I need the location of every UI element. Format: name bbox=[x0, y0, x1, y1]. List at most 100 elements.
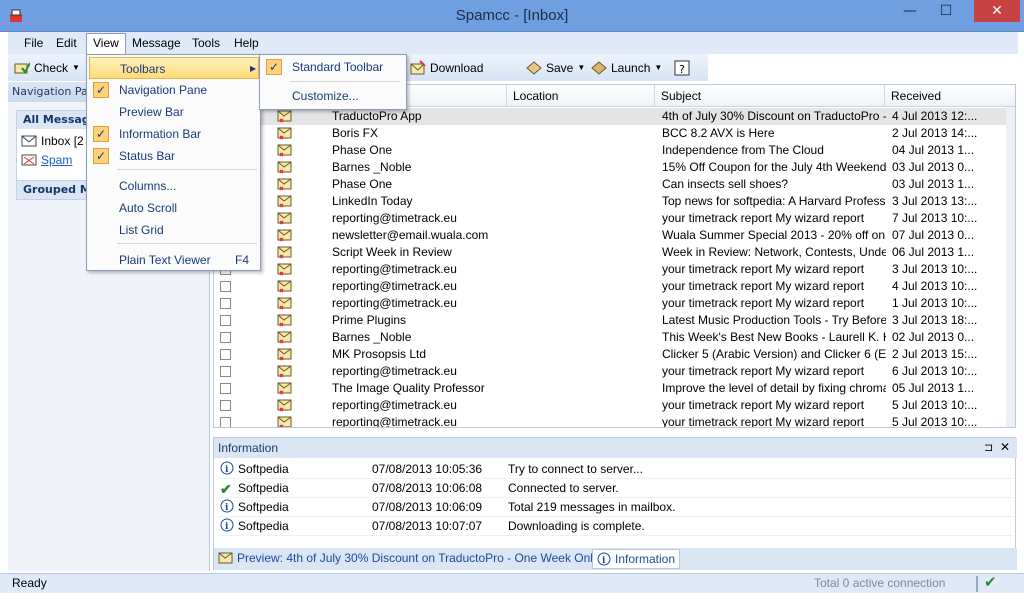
envelope-icon bbox=[277, 331, 292, 344]
checkmark-icon: ✓ bbox=[266, 59, 282, 75]
maximize-button[interactable]: ☐ bbox=[930, 0, 962, 22]
close-icon[interactable]: ✕ bbox=[1000, 440, 1010, 454]
info-message: Connected to server. bbox=[508, 481, 619, 495]
menu-tools[interactable]: Tools bbox=[186, 35, 226, 52]
menu-message[interactable]: Message bbox=[126, 35, 187, 52]
menu-item-navigation-pane[interactable]: ✓ Navigation Pane bbox=[89, 79, 259, 101]
row-checkbox[interactable] bbox=[220, 298, 231, 309]
status-bar: Ready Total 0 active connection ✔ bbox=[0, 573, 1024, 593]
menu-item-preview-bar[interactable]: Preview Bar bbox=[89, 101, 259, 123]
table-row[interactable]: reporting@timetrack.eu your timetrack rep… bbox=[214, 261, 1006, 278]
column-subject[interactable]: Subject bbox=[654, 85, 884, 107]
information-panel: Information ⊐ ✕ i Softpedia 07/08/2013 10:… bbox=[213, 437, 1017, 570]
row-checkbox[interactable] bbox=[220, 417, 231, 427]
menu-bar: File Edit View Message Tools Help bbox=[8, 32, 1018, 54]
save-button[interactable]: Save ▼ bbox=[526, 59, 585, 77]
table-row[interactable]: reporting@timetrack.eu your timetrack rep… bbox=[214, 278, 1006, 295]
table-row[interactable]: Prime Plugins Latest Music Production Too… bbox=[214, 312, 1006, 329]
menu-item-information-bar[interactable]: ✓ Information Bar bbox=[89, 123, 259, 145]
table-row[interactable]: Phase One Independence from The Cloud 04 J… bbox=[214, 142, 1006, 159]
table-row[interactable]: TraductoPro App 4th of July 30% Discount … bbox=[214, 108, 1006, 125]
menu-file[interactable]: File bbox=[18, 35, 49, 52]
row-checkbox[interactable] bbox=[220, 332, 231, 343]
row-subject: Can insects sell shoes? bbox=[662, 177, 789, 191]
help-button[interactable]: ? bbox=[674, 59, 690, 77]
table-row[interactable]: reporting@timetrack.eu your timetrack rep… bbox=[214, 363, 1006, 380]
row-subject: Independence from The Cloud bbox=[662, 143, 824, 157]
row-received: 06 Jul 2013 1... bbox=[892, 245, 975, 259]
table-row[interactable]: newsletter@email.wuala.com Wuala Summer S… bbox=[214, 227, 1006, 244]
row-checkbox[interactable] bbox=[220, 281, 231, 292]
column-received[interactable]: Received bbox=[884, 85, 976, 107]
row-received: 7 Jul 2013 10:... bbox=[892, 211, 978, 225]
tab-preview[interactable]: Preview: 4th of July 30% Discount on Tra… bbox=[218, 551, 602, 565]
minimize-button[interactable]: — bbox=[894, 0, 926, 22]
table-row[interactable]: LinkedIn Today Top news for softpedia: A … bbox=[214, 193, 1006, 210]
chevron-down-icon[interactable]: ▼ bbox=[654, 59, 662, 77]
download-button[interactable]: Download bbox=[410, 59, 483, 77]
menu-item-status-bar[interactable]: ✓ Status Bar bbox=[89, 145, 259, 167]
row-received: 03 Jul 2013 1... bbox=[892, 177, 975, 191]
row-received: 05 Jul 2013 1... bbox=[892, 381, 975, 395]
menu-edit[interactable]: Edit bbox=[50, 35, 83, 52]
table-row[interactable]: The Image Quality Professor Improve the l… bbox=[214, 380, 1006, 397]
table-row[interactable]: reporting@timetrack.eu your timetrack rep… bbox=[214, 210, 1006, 227]
row-checkbox[interactable] bbox=[220, 400, 231, 411]
table-row[interactable]: Barnes _Noble This Week's Best New Books … bbox=[214, 329, 1006, 346]
row-checkbox[interactable] bbox=[220, 315, 231, 326]
menu-item-customize[interactable]: Customize... bbox=[262, 85, 406, 107]
info-time: 07/08/2013 10:06:08 bbox=[372, 481, 483, 495]
tab-information[interactable]: i Information bbox=[592, 549, 681, 569]
menu-item-label: Navigation Pane bbox=[119, 83, 208, 97]
menu-item-columns[interactable]: Columns... bbox=[89, 175, 259, 197]
envelope-icon bbox=[277, 416, 292, 427]
chevron-down-icon[interactable]: ▼ bbox=[72, 59, 80, 77]
table-row[interactable]: reporting@timetrack.eu your timetrack rep… bbox=[214, 397, 1006, 414]
information-title: Information bbox=[214, 438, 1017, 458]
table-row[interactable]: MK Prosopsis Ltd Clicker 5 (Arabic Versio… bbox=[214, 346, 1006, 363]
pin-icon[interactable]: ⊐ bbox=[984, 441, 993, 454]
vertical-scrollbar[interactable] bbox=[1006, 107, 1015, 427]
menu-view[interactable]: View bbox=[86, 33, 126, 54]
row-checkbox[interactable] bbox=[220, 366, 231, 377]
menu-item-label: Status Bar bbox=[119, 149, 176, 163]
check-button[interactable]: Check ▼ bbox=[14, 59, 80, 77]
info-icon: i bbox=[597, 552, 611, 566]
info-message: Total 219 messages in mailbox. bbox=[508, 500, 676, 514]
menu-item-auto-scroll[interactable]: Auto Scroll bbox=[89, 197, 259, 219]
table-row[interactable]: Boris FX BCC 8.2 AVX is Here 2 Jul 2013 14… bbox=[214, 125, 1006, 142]
row-subject: Top news for softpedia: A Harvard Profes… bbox=[662, 194, 886, 208]
table-row[interactable]: Script Week in Review Week in Review: Net… bbox=[214, 244, 1006, 261]
row-from: Phase One bbox=[332, 177, 393, 191]
row-subject: Improve the level of detail by fixing ch… bbox=[662, 381, 886, 395]
submenu-arrow-icon: ▶ bbox=[250, 64, 257, 73]
table-row[interactable]: reporting@timetrack.eu your timetrack rep… bbox=[214, 414, 1006, 427]
row-checkbox[interactable] bbox=[220, 349, 231, 360]
menu-item-standard-toolbar[interactable]: ✓ Standard Toolbar bbox=[262, 56, 406, 78]
table-row[interactable]: Barnes _Noble 15% Off Coupon for the July… bbox=[214, 159, 1006, 176]
menu-help[interactable]: Help bbox=[228, 35, 265, 52]
nav-item-spam[interactable]: Spam bbox=[21, 152, 72, 168]
column-location[interactable]: Location bbox=[506, 85, 654, 107]
table-row[interactable]: Phase One Can insects sell shoes? 03 Jul 2… bbox=[214, 176, 1006, 193]
launch-label: Launch bbox=[611, 61, 651, 75]
tab-preview-label: Preview: 4th of July 30% Discount on Tra… bbox=[237, 551, 603, 565]
menu-item-list-grid[interactable]: List Grid bbox=[89, 219, 259, 241]
menu-item-toolbars[interactable]: Toolbars ▶ bbox=[89, 57, 259, 79]
row-subject: your timetrack report My wizard report bbox=[662, 398, 865, 412]
table-row[interactable]: reporting@timetrack.eu your timetrack rep… bbox=[214, 295, 1006, 312]
info-source: Softpedia bbox=[238, 519, 289, 533]
row-checkbox[interactable] bbox=[220, 383, 231, 394]
close-button[interactable]: ✕ bbox=[974, 0, 1020, 22]
envelope-icon bbox=[277, 195, 292, 208]
nav-item-inbox[interactable]: Inbox [2 bbox=[21, 133, 84, 149]
row-received: 07 Jul 2013 0... bbox=[892, 228, 975, 242]
chevron-down-icon[interactable]: ▼ bbox=[577, 59, 585, 77]
launch-button[interactable]: Launch ▼ bbox=[591, 59, 662, 77]
info-icon: i bbox=[220, 499, 236, 518]
menu-item-plain-text-viewer[interactable]: Plain Text Viewer F4 bbox=[89, 249, 259, 271]
inbox-icon bbox=[21, 135, 37, 147]
row-received: 5 Jul 2013 10:... bbox=[892, 398, 978, 412]
message-list: Location Subject Received TraductoPro Ap… bbox=[213, 84, 1016, 428]
menu-item-label: Auto Scroll bbox=[119, 201, 178, 215]
